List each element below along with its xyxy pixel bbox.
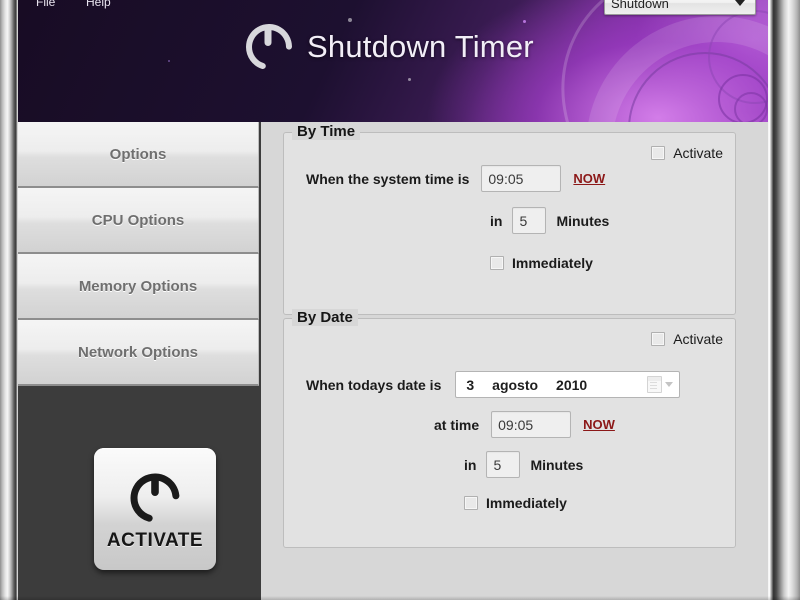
sidebar-item-label: Memory Options xyxy=(78,277,198,295)
activate-button-label: ACTIVATE xyxy=(106,530,204,551)
header-banner: File Help Shutdown Timer Shutdown xyxy=(18,0,768,122)
sidebar-item-network-options[interactable]: Network Options xyxy=(18,320,259,386)
menu-item-help[interactable]: Help xyxy=(86,0,111,9)
by-date-activate-checkbox[interactable] xyxy=(651,332,666,346)
calendar-icon xyxy=(647,376,663,393)
by-date-day[interactable]: 3 xyxy=(466,377,474,393)
header-decoration-ring xyxy=(734,92,768,122)
by-time-in-label: in xyxy=(490,212,503,229)
by-time-panel: By Time Activate When the system time is… xyxy=(283,123,736,315)
sidebar: Options CPU Options Memory Options Netwo… xyxy=(18,122,261,600)
by-time-now-link[interactable]: NOW xyxy=(573,171,605,186)
by-time-immediately-row[interactable]: Immediately xyxy=(490,255,593,271)
by-date-minutes-label: Minutes xyxy=(530,456,584,473)
by-time-system-time-row: When the system time is NOW xyxy=(306,165,605,192)
by-time-minutes-input[interactable] xyxy=(512,207,547,234)
by-date-activate-label: Activate xyxy=(673,331,723,347)
by-date-immediately-checkbox[interactable] xyxy=(464,496,478,510)
by-date-time-input[interactable] xyxy=(491,411,572,438)
app-title-block: Shutdown Timer xyxy=(243,22,534,72)
by-date-date-row: When todays date is 3 agosto 2010 xyxy=(306,371,681,398)
page-title: Shutdown Timer xyxy=(307,29,534,64)
mode-select-value: Shutdown xyxy=(611,0,669,11)
by-date-now-link[interactable]: NOW xyxy=(583,417,615,432)
chevron-down-icon xyxy=(665,382,674,387)
window-client-area: File Help Shutdown Timer Shutdown Option… xyxy=(18,0,768,600)
by-date-panel: By Date Activate When todays date is 3 a… xyxy=(283,309,736,548)
main-content: By Time Activate When the system time is… xyxy=(261,122,768,600)
activate-button[interactable]: ACTIVATE xyxy=(94,448,216,570)
window-border-left xyxy=(0,0,18,600)
application-window: File Help Shutdown Timer Shutdown Option… xyxy=(0,0,800,600)
sidebar-item-cpu-options[interactable]: CPU Options xyxy=(18,188,259,254)
by-date-at-time-row: at time NOW xyxy=(434,411,615,438)
by-date-at-time-label: at time xyxy=(434,416,480,433)
by-time-minutes-row: in Minutes xyxy=(490,207,609,234)
by-time-activate-checkbox[interactable] xyxy=(651,146,666,160)
by-time-time-input[interactable] xyxy=(481,165,562,192)
by-date-immediately-row[interactable]: Immediately xyxy=(464,495,567,511)
mode-select[interactable]: Shutdown xyxy=(604,0,756,15)
sidebar-item-label: Options xyxy=(109,145,167,163)
menu-item-file[interactable]: File xyxy=(36,0,55,9)
by-date-month[interactable]: agosto xyxy=(492,377,538,393)
sidebar-item-label: CPU Options xyxy=(91,211,185,229)
by-date-activate-row[interactable]: Activate xyxy=(651,331,723,347)
power-icon xyxy=(243,22,293,72)
by-date-date-label: When todays date is xyxy=(306,376,442,393)
activate-panel: ACTIVATE xyxy=(18,394,261,600)
sidebar-item-memory-options[interactable]: Memory Options xyxy=(18,254,259,320)
by-time-activate-label: Activate xyxy=(673,145,723,161)
window-border-right xyxy=(768,0,800,600)
by-time-title: By Time xyxy=(292,123,361,140)
by-time-activate-row[interactable]: Activate xyxy=(651,145,723,161)
chevron-down-icon xyxy=(735,0,745,6)
by-time-immediately-label: Immediately xyxy=(512,255,593,271)
header-decoration-dot xyxy=(408,78,411,81)
by-date-immediately-label: Immediately xyxy=(486,495,567,511)
by-date-year[interactable]: 2010 xyxy=(556,377,587,393)
sidebar-item-label: Network Options xyxy=(77,343,198,361)
by-date-title: By Date xyxy=(292,309,358,326)
by-date-picker-icons[interactable] xyxy=(647,376,674,393)
by-date-date-picker[interactable]: 3 agosto 2010 xyxy=(455,371,681,398)
by-date-in-label: in xyxy=(464,456,477,473)
by-date-minutes-row: in Minutes xyxy=(464,451,583,478)
by-time-system-time-label: When the system time is xyxy=(306,170,470,187)
header-decoration-dot xyxy=(168,60,170,62)
power-icon xyxy=(127,470,183,526)
sidebar-item-options[interactable]: Options xyxy=(18,122,259,188)
by-time-minutes-label: Minutes xyxy=(556,212,610,229)
by-date-minutes-input[interactable] xyxy=(486,451,521,478)
by-time-immediately-checkbox[interactable] xyxy=(490,256,504,270)
